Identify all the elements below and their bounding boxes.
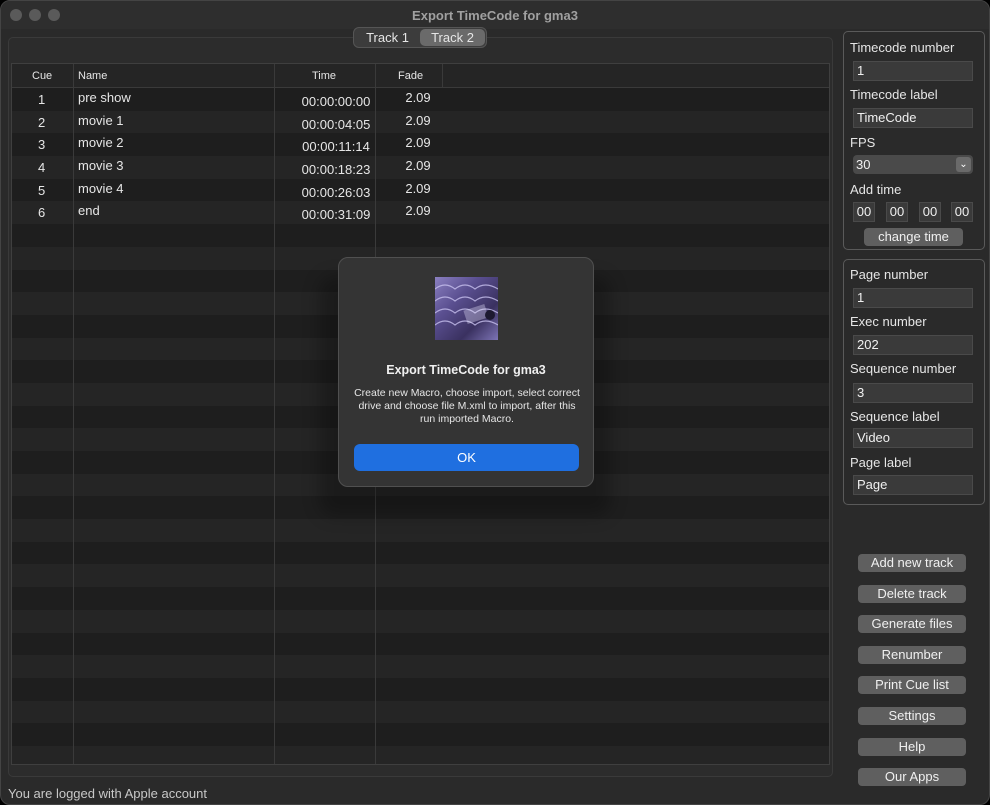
timecode-panel: Timecode number 1 Timecode label TimeCod… [843, 31, 985, 250]
tab-track-1[interactable]: Track 1 [355, 29, 420, 46]
cell-cue: 6 [38, 205, 46, 221]
add-time-seconds-field[interactable]: 00 [919, 202, 941, 222]
app-icon [435, 277, 498, 340]
table-row[interactable]: 6 end 00:00:31:09 2.09 [12, 201, 829, 225]
delete-track-button[interactable]: Delete track [858, 585, 966, 603]
fps-label: FPS [850, 135, 876, 150]
add-time-frames-field[interactable]: 00 [951, 202, 973, 222]
add-time-label: Add time [850, 182, 902, 197]
table-row[interactable] [12, 632, 829, 656]
renumber-button[interactable]: Renumber [858, 646, 966, 664]
column-header-cue[interactable]: Cue [32, 70, 52, 82]
timecode-label-label: Timecode label [850, 87, 938, 102]
timecode-number-field[interactable]: 1 [853, 61, 973, 81]
table-row[interactable]: 4 movie 3 00:00:18:23 2.09 [12, 156, 829, 179]
table-row[interactable] [12, 745, 829, 764]
column-header-fade[interactable]: Fade [398, 70, 423, 82]
column-header-time[interactable]: Time [312, 70, 336, 82]
add-time-hours-field[interactable]: 00 [853, 202, 875, 222]
table-row[interactable]: 3 movie 2 00:00:11:14 2.09 [12, 133, 829, 157]
cell-fade: 2.09 [405, 158, 431, 174]
ok-button[interactable]: OK [354, 444, 579, 471]
table-row[interactable] [12, 700, 829, 724]
cell-fade: 2.09 [405, 180, 431, 196]
table-row[interactable]: 1 pre show 00:00:00:00 2.09 [12, 88, 829, 111]
cell-name: movie 3 [78, 158, 124, 174]
page-number-label: Page number [850, 267, 929, 282]
settings-button[interactable]: Settings [858, 707, 966, 725]
table-row[interactable] [12, 564, 829, 588]
fps-value: 30 [856, 157, 871, 172]
page-label-field[interactable]: Page [853, 475, 973, 495]
tab-track-2[interactable]: Track 2 [420, 29, 485, 46]
cell-fade: 2.09 [405, 135, 431, 151]
table-row[interactable]: 5 movie 4 00:00:26:03 2.09 [12, 178, 829, 202]
table-row[interactable] [12, 541, 829, 565]
status-text: You are logged with Apple account [8, 786, 208, 801]
help-button[interactable]: Help [858, 738, 966, 756]
exec-number-field[interactable]: 202 [853, 335, 973, 355]
dialog-message: Create new Macro, choose import, select … [354, 387, 580, 425]
page-label-label: Page label [850, 455, 912, 470]
page-number-field[interactable]: 1 [853, 288, 973, 308]
dialog-title: Export TimeCode for gma3 [386, 363, 546, 377]
table-row[interactable] [12, 655, 829, 678]
cell-time: 00:00:26:03 [301, 184, 371, 200]
cell-cue: 4 [38, 160, 46, 176]
cell-cue: 2 [38, 114, 46, 130]
print-cue-list-button[interactable]: Print Cue list [858, 676, 966, 694]
cell-name: pre show [78, 90, 131, 105]
cell-name: movie 1 [78, 112, 124, 128]
page-panel: Page number 1 Exec number 202 Sequence n… [843, 259, 985, 505]
cell-time: 00:00:31:09 [301, 207, 371, 223]
alert-dialog: Export TimeCode for gma3 Create new Macr… [338, 257, 594, 487]
add-new-track-button[interactable]: Add new track [858, 554, 966, 572]
cell-time: 00:00:00:00 [301, 94, 371, 109]
table-row[interactable] [12, 609, 829, 633]
table-row[interactable] [12, 677, 829, 701]
table-header: Cue Name Time Fade [12, 64, 829, 88]
column-divider [274, 64, 275, 764]
sequence-label-field[interactable]: Video [853, 428, 973, 448]
sequence-label-label: Sequence label [850, 409, 940, 424]
title-bar: Export TimeCode for gma3 [1, 1, 989, 29]
track-tabs: Track 1 Track 2 [353, 27, 487, 48]
exec-number-label: Exec number [850, 314, 927, 329]
table-row[interactable] [12, 224, 829, 247]
app-window: Export TimeCode for gma3 Track 1 Track 2… [0, 0, 990, 805]
timecode-label-field[interactable]: TimeCode [853, 108, 973, 128]
chevron-down-icon: ⌄ [956, 157, 971, 172]
cell-fade: 2.09 [405, 90, 431, 105]
fps-select[interactable]: 30 ⌄ [853, 155, 973, 174]
cell-name: end [78, 203, 100, 219]
generate-files-button[interactable]: Generate files [858, 615, 966, 633]
add-time-minutes-field[interactable]: 00 [886, 202, 908, 222]
column-divider [442, 64, 443, 88]
table-row[interactable] [12, 587, 829, 610]
cell-cue: 5 [38, 182, 46, 198]
cell-time: 00:00:11:14 [302, 139, 370, 155]
sequence-number-label: Sequence number [850, 361, 957, 376]
cell-fade: 2.09 [405, 112, 431, 128]
column-header-name[interactable]: Name [78, 70, 107, 82]
table-row[interactable]: 2 movie 1 00:00:04:05 2.09 [12, 110, 829, 134]
timecode-number-label: Timecode number [850, 40, 955, 55]
sequence-number-field[interactable]: 3 [853, 383, 973, 403]
cell-time: 00:00:18:23 [301, 162, 371, 178]
table-row[interactable] [12, 519, 829, 542]
cell-name: movie 4 [78, 180, 124, 196]
change-time-button[interactable]: change time [864, 228, 963, 246]
cell-fade: 2.09 [405, 203, 431, 219]
column-divider [73, 64, 74, 764]
our-apps-button[interactable]: Our Apps [858, 768, 966, 786]
cell-name: movie 2 [78, 135, 124, 151]
cell-cue: 1 [38, 92, 46, 107]
window-title: Export TimeCode for gma3 [412, 8, 578, 23]
cell-cue: 3 [38, 137, 46, 153]
table-row[interactable] [12, 723, 829, 746]
cell-time: 00:00:04:05 [301, 116, 371, 132]
